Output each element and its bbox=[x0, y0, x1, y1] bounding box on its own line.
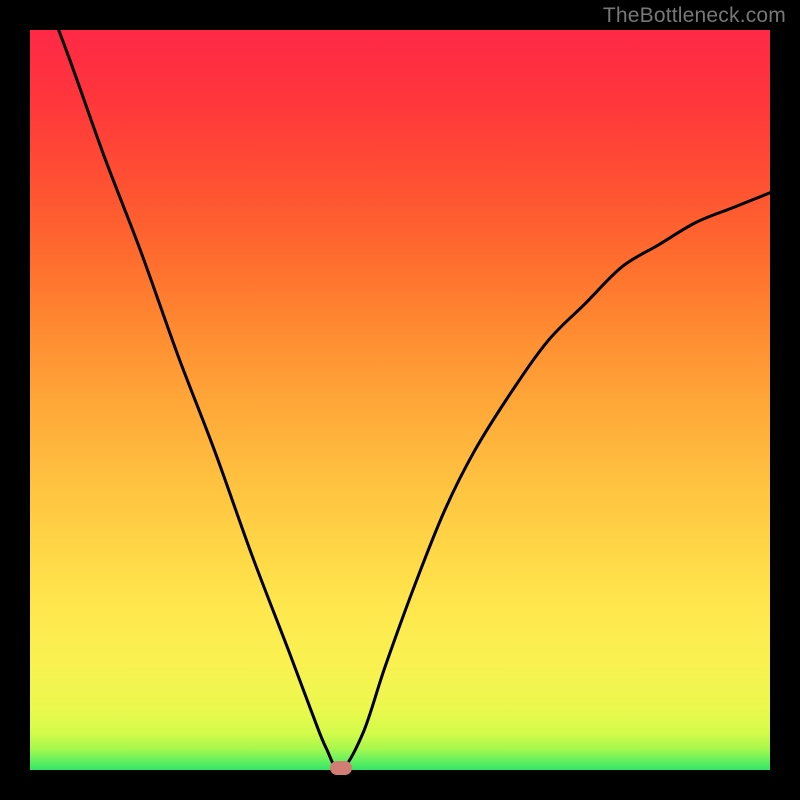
optimal-marker bbox=[330, 761, 352, 775]
chart-container: TheBottleneck.com bbox=[0, 0, 800, 800]
bottleneck-curve bbox=[30, 30, 770, 770]
watermark-text: TheBottleneck.com bbox=[603, 4, 786, 28]
plot-area bbox=[30, 30, 770, 770]
curve-layer bbox=[30, 30, 770, 770]
